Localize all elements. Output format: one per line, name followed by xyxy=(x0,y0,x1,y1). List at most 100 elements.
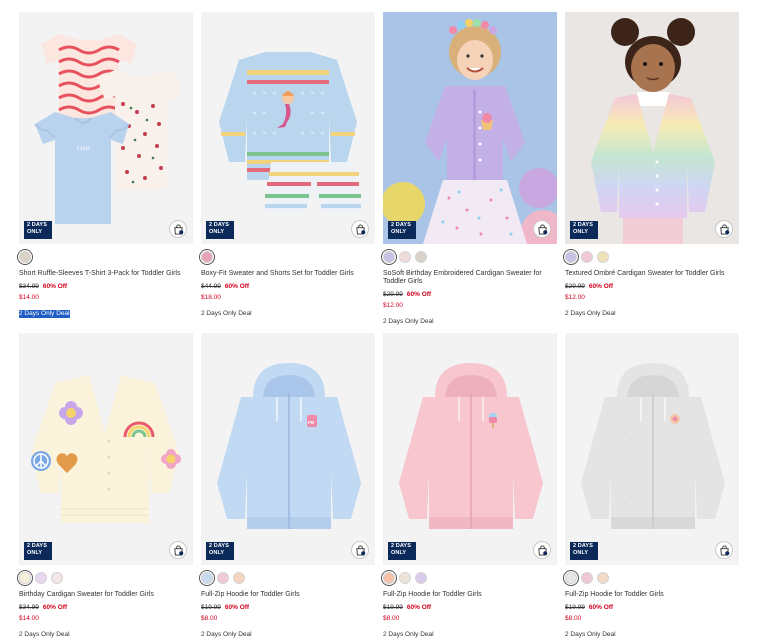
product-name[interactable]: Full-Zip Hoodie for Toddler Girls xyxy=(565,591,735,599)
product-name[interactable]: Birthday Cardigan Sweater for Toddler Gi… xyxy=(19,591,189,599)
sale-price: $12.00 xyxy=(383,302,403,309)
girl-rainbow-cardigan-photo xyxy=(565,12,739,244)
two-days-only-badge: 2 DAYS ONLY xyxy=(24,221,52,239)
color-swatch[interactable] xyxy=(597,251,609,263)
color-swatches xyxy=(565,572,739,584)
product-name[interactable]: Short Ruffle-Sleeves T-Shirt 3-Pack for … xyxy=(19,270,189,278)
color-swatch[interactable] xyxy=(415,572,427,584)
color-swatch[interactable] xyxy=(233,572,245,584)
deal-label: 2 Days Only Deal xyxy=(565,310,616,317)
shopping-bag-icon xyxy=(356,224,366,235)
product-name[interactable]: Full-Zip Hoodie for Toddler Girls xyxy=(201,591,371,599)
two-days-only-badge: 2 DAYS ONLY xyxy=(388,542,416,560)
sale-price: $8.00 xyxy=(383,615,400,622)
add-to-bag-button[interactable] xyxy=(169,541,187,559)
color-swatch[interactable] xyxy=(35,572,47,584)
product-card[interactable]: 2 DAYS ONLY Birthday Cardigan Sweater fo… xyxy=(19,333,193,641)
product-image[interactable]: 2 DAYS ONLY xyxy=(565,333,739,565)
product-grid: Cutie 2 DAYS ONLY Short Ruffle-Sleeves T… xyxy=(0,0,760,640)
color-swatch[interactable] xyxy=(51,572,63,584)
color-swatch[interactable] xyxy=(201,251,213,263)
color-swatches xyxy=(383,572,557,584)
product-image[interactable]: 2 DAYS ONLY xyxy=(19,333,193,565)
color-swatch[interactable] xyxy=(581,251,593,263)
product-image[interactable]: 2 DAYS ONLY xyxy=(565,12,739,244)
sale-price: $12.00 xyxy=(565,294,585,301)
girl-lavender-cardigan-photo xyxy=(383,12,557,244)
shopping-bag-icon xyxy=(538,545,548,556)
product-name[interactable]: Boxy-Fit Sweater and Shorts Set for Todd… xyxy=(201,270,371,278)
color-swatches xyxy=(201,251,375,263)
color-swatch[interactable] xyxy=(399,572,411,584)
color-swatch[interactable] xyxy=(565,572,577,584)
svg-text:PB: PB xyxy=(308,420,315,425)
color-swatch[interactable] xyxy=(565,251,577,263)
add-to-bag-button[interactable] xyxy=(351,541,369,559)
product-card[interactable]: PB 2 DAYS ONLY Full-Zip Hoodie for Toddl… xyxy=(201,333,375,641)
add-to-bag-button[interactable] xyxy=(715,220,733,238)
product-card[interactable]: 2 DAYS ONLY Boxy-Fit Sweater and Shorts … xyxy=(201,12,375,320)
shopping-bag-icon xyxy=(174,224,184,235)
add-to-bag-button[interactable] xyxy=(533,220,551,238)
color-swatches xyxy=(19,251,193,263)
discount-label: 60% Off xyxy=(42,283,68,290)
color-swatch[interactable] xyxy=(581,572,593,584)
deal-label: 2 Days Only Deal xyxy=(565,631,616,638)
shopping-bag-icon xyxy=(720,545,730,556)
product-card[interactable]: 2 DAYS ONLY Full-Zip Hoodie for Toddler … xyxy=(383,333,557,641)
discount-label: 60% Off xyxy=(588,283,614,290)
shopping-bag-icon xyxy=(174,545,184,556)
product-card[interactable]: 2 DAYS ONLY SoSoft Birthday Embroidered … xyxy=(383,12,557,328)
product-image[interactable]: Cutie 2 DAYS ONLY xyxy=(19,12,193,244)
add-to-bag-button[interactable] xyxy=(533,541,551,559)
product-name[interactable]: Full-Zip Hoodie for Toddler Girls xyxy=(383,591,553,599)
product-name[interactable]: Textured Ombré Cardigan Sweater for Todd… xyxy=(565,270,735,278)
color-swatch[interactable] xyxy=(217,572,229,584)
discount-label: 60% Off xyxy=(588,604,614,611)
shopping-bag-icon xyxy=(538,224,548,235)
deal-label: 2 Days Only Deal xyxy=(19,631,70,638)
tshirt-3-pack-illustration: Cutie xyxy=(19,12,193,244)
color-swatch[interactable] xyxy=(19,572,31,584)
sale-price: $14.00 xyxy=(19,615,39,622)
color-swatch[interactable] xyxy=(383,251,395,263)
add-to-bag-button[interactable] xyxy=(715,541,733,559)
blue-hoodie-illustration: PB xyxy=(201,333,375,565)
original-price: $19.99 xyxy=(201,604,221,611)
product-image[interactable]: PB 2 DAYS ONLY xyxy=(201,333,375,565)
sale-price: $8.00 xyxy=(201,615,218,622)
color-swatch[interactable] xyxy=(597,572,609,584)
color-swatches xyxy=(201,572,375,584)
original-price: $44.99 xyxy=(201,283,221,290)
original-price: $19.99 xyxy=(565,604,585,611)
original-price: $34.99 xyxy=(19,283,39,290)
add-to-bag-button[interactable] xyxy=(351,220,369,238)
product-image[interactable]: 2 DAYS ONLY xyxy=(383,12,557,244)
patch-cardigan-illustration xyxy=(19,333,193,565)
color-swatch[interactable] xyxy=(383,572,395,584)
deal-label: 2 Days Only Deal xyxy=(201,310,252,317)
original-price: $19.99 xyxy=(383,604,403,611)
product-image[interactable]: 2 DAYS ONLY xyxy=(383,333,557,565)
shopping-bag-icon xyxy=(356,545,366,556)
product-image[interactable]: 2 DAYS ONLY xyxy=(201,12,375,244)
discount-label: 60% Off xyxy=(406,604,432,611)
deal-label: 2 Days Only Deal xyxy=(201,631,252,638)
product-card[interactable]: Cutie 2 DAYS ONLY Short Ruffle-Sleeves T… xyxy=(19,12,193,320)
two-days-only-badge: 2 DAYS ONLY xyxy=(570,542,598,560)
discount-label: 60% Off xyxy=(406,291,432,298)
color-swatch[interactable] xyxy=(399,251,411,263)
sale-price: $14.00 xyxy=(19,294,39,301)
sweater-shorts-set-illustration xyxy=(201,12,375,244)
product-card[interactable]: 2 DAYS ONLY Textured Ombré Cardigan Swea… xyxy=(565,12,739,320)
sale-price: $8.00 xyxy=(565,615,582,622)
product-name[interactable]: SoSoft Birthday Embroidered Cardigan Swe… xyxy=(383,270,553,286)
color-swatch[interactable] xyxy=(415,251,427,263)
deal-label: 2 Days Only Deal xyxy=(383,318,434,325)
color-swatch[interactable] xyxy=(19,251,31,263)
add-to-bag-button[interactable] xyxy=(169,220,187,238)
product-card[interactable]: 2 DAYS ONLY Full-Zip Hoodie for Toddler … xyxy=(565,333,739,641)
sale-price: $18.00 xyxy=(201,294,221,301)
color-swatches xyxy=(383,251,557,263)
color-swatch[interactable] xyxy=(201,572,213,584)
